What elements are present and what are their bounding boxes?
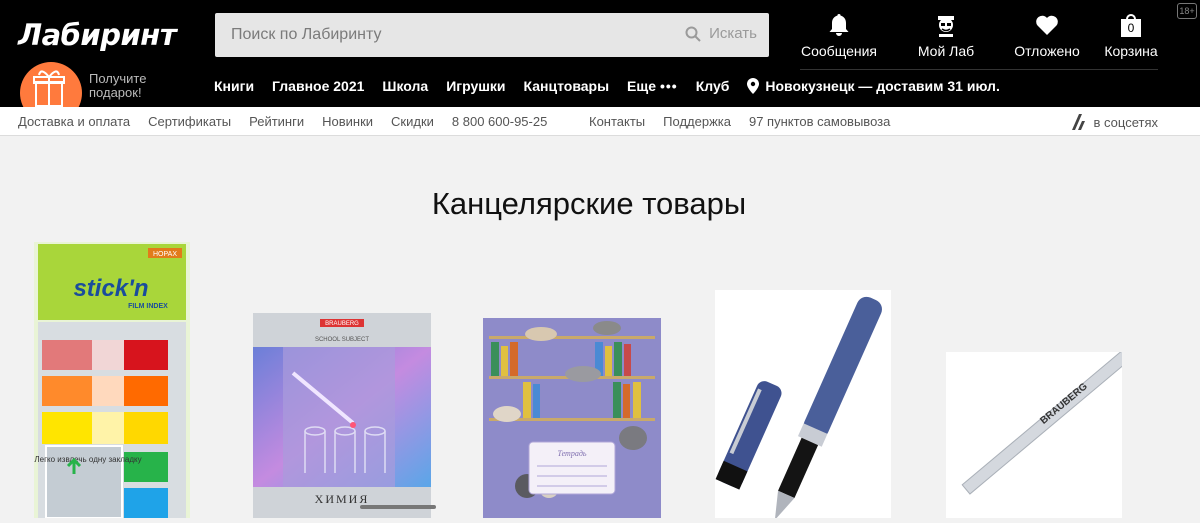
subnav-discounts[interactable]: Скидки <box>391 114 434 129</box>
cart-count: 0 <box>1127 21 1135 35</box>
subnav-support[interactable]: Поддержка <box>663 114 731 129</box>
location-selector[interactable]: Новокузнецк — доставим 31 июл. <box>747 78 1000 94</box>
messages-button[interactable]: Сообщения <box>800 13 878 59</box>
bell-icon <box>829 14 849 36</box>
product-image-cats-notebook: Тетрадь <box>483 318 661 518</box>
product-brand-text: stick'n <box>73 275 148 302</box>
product-card-sticky-tabs[interactable]: HOPAX stick'n FILM INDEX Легко извлечь о… <box>28 242 194 519</box>
search-button-label: Искать <box>709 25 757 42</box>
product-note: Легко извлечь одну закладку <box>34 455 141 464</box>
product-image-sticky-tabs: HOPAX stick'n FILM INDEX Легко извлечь о… <box>34 242 190 519</box>
subnav-certificates[interactable]: Сертификаты <box>148 114 231 129</box>
gift-promo[interactable]: Получите подарок! <box>89 72 146 100</box>
carousel-scrollbar[interactable] <box>360 505 436 509</box>
subnav-ratings[interactable]: Рейтинги <box>249 114 304 129</box>
my-lab-button[interactable]: Мой Лаб <box>912 13 980 59</box>
search-input[interactable] <box>215 13 675 57</box>
product-caption: Тетрадь <box>557 449 586 458</box>
product-card-cats-notebook[interactable]: Тетрадь <box>483 318 661 518</box>
wishlist-button[interactable]: Отложено <box>1011 13 1083 59</box>
user-lab-icon <box>938 16 954 37</box>
messages-label: Сообщения <box>801 43 877 59</box>
secondary-nav: Доставка и оплата Сертификаты Рейтинги Н… <box>0 107 1200 136</box>
main-nav: Книги Главное 2021 Школа Игрушки Канцтов… <box>214 78 1000 94</box>
header-divider <box>800 69 1158 70</box>
product-brand-text: BRAUBERG <box>325 321 359 327</box>
product-top-brand: HOPAX <box>153 251 177 258</box>
product-card-pen-refill[interactable]: BRAUBERG <box>946 326 1161 518</box>
nav-item-main-2021[interactable]: Главное 2021 <box>272 78 364 94</box>
wishlist-label: Отложено <box>1014 43 1080 59</box>
labirint-logo-icon <box>1071 114 1085 130</box>
heart-icon <box>1036 15 1058 36</box>
subnav-contacts[interactable]: Контакты <box>589 114 645 129</box>
logo[interactable]: Лабиринт <box>18 18 177 52</box>
age-badge: 18+ <box>1177 3 1197 19</box>
search-bar: Искать <box>215 13 769 57</box>
product-image-chemistry-notebook: BRAUBERG SCHOOL SUBJECT ХИМИЯ <box>253 313 431 518</box>
product-card-blue-pen[interactable] <box>715 290 891 520</box>
product-sub-text: SCHOOL SUBJECT <box>315 337 369 343</box>
nav-item-stationery[interactable]: Канцтовары <box>524 78 610 94</box>
search-button[interactable]: Искать <box>685 25 757 42</box>
product-image-pen-refill: BRAUBERG <box>946 326 1161 518</box>
my-lab-label: Мой Лаб <box>917 43 975 59</box>
page-title: Канцелярские товары <box>431 186 747 221</box>
gift-promo-line2: подарок! <box>89 85 142 100</box>
subnav-phone[interactable]: 8 800 600-95-25 <box>452 114 547 129</box>
subnav-pickup-points[interactable]: 97 пунктов самовывоза <box>749 114 890 129</box>
social-link[interactable]: в соцсетях <box>1070 114 1159 130</box>
search-icon <box>685 26 701 42</box>
nav-item-club[interactable]: Клуб <box>696 78 730 94</box>
location-pin-icon <box>747 78 760 94</box>
nav-item-more[interactable]: Еще ••• <box>627 78 678 94</box>
subnav-new[interactable]: Новинки <box>322 114 373 129</box>
product-caption: ХИМИЯ <box>315 492 370 506</box>
header: Лабиринт Искать Сообщения Мой Лаб Отложе… <box>0 0 1200 124</box>
product-image-blue-pen <box>715 290 891 520</box>
more-dots-icon: ••• <box>659 78 678 94</box>
product-sub-text: FILM INDEX <box>128 303 168 310</box>
cart-icon: 0 <box>1118 13 1144 37</box>
gift-promo-line1: Получите <box>89 71 147 86</box>
nav-more-label: Еще <box>627 78 656 94</box>
nav-item-books[interactable]: Книги <box>214 78 254 94</box>
social-label: в соцсетях <box>1093 114 1159 130</box>
nav-item-school[interactable]: Школа <box>382 78 428 94</box>
subnav-delivery[interactable]: Доставка и оплата <box>18 114 130 129</box>
nav-item-toys[interactable]: Игрушки <box>446 78 505 94</box>
location-text: Новокузнецк — доставим 31 июл. <box>765 78 1000 94</box>
product-card-chemistry-notebook[interactable]: BRAUBERG SCHOOL SUBJECT ХИМИЯ <box>253 313 431 518</box>
cart-button[interactable]: 0 Корзина <box>1100 13 1162 59</box>
cart-label: Корзина <box>1104 43 1158 59</box>
